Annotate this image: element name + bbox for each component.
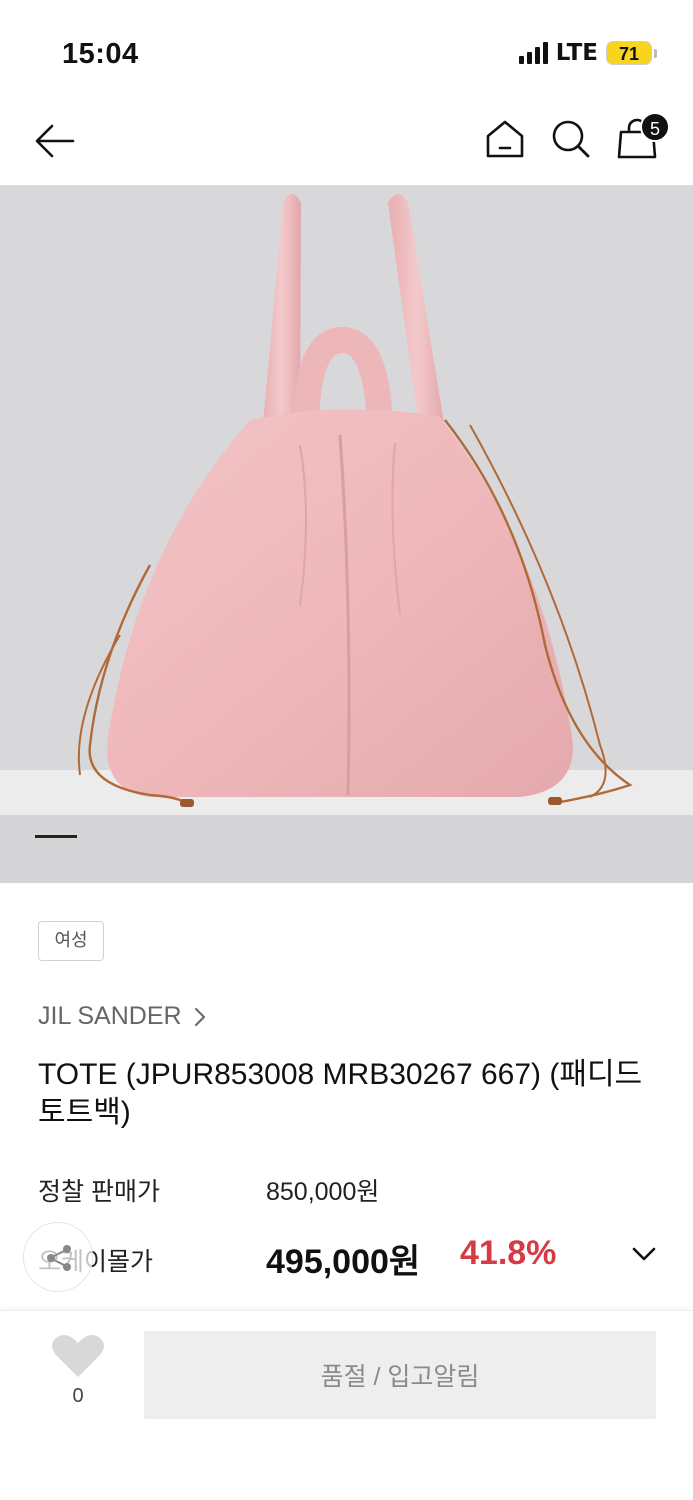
battery-level: 71: [606, 41, 652, 65]
product-title: TOTE (JPUR853008 MRB30267 667) (패디드 토트백): [38, 1058, 643, 1129]
list-price-label: 정찰 판매가: [38, 1178, 160, 1206]
list-price-value: 850,000원: [266, 1178, 380, 1206]
home-button[interactable]: [480, 114, 530, 164]
share-icon: [47, 1245, 71, 1271]
heart-icon: [52, 1334, 104, 1377]
search-icon: [552, 120, 590, 158]
bottom-action-bar: 0 품절 / 입고알림: [0, 1310, 693, 1500]
like-count: 0: [72, 1385, 84, 1407]
brand-link[interactable]: JIL SANDER: [38, 1002, 208, 1031]
brand-name: JIL SANDER: [38, 1002, 182, 1030]
home-icon: [486, 120, 524, 158]
back-button[interactable]: [30, 116, 80, 166]
arrow-left-icon: [35, 124, 75, 158]
cart-button[interactable]: 5: [612, 112, 670, 164]
soldout-restock-alert-button[interactable]: 품절 / 입고알림: [144, 1331, 656, 1419]
nav-bar: 5: [0, 100, 693, 185]
battery-icon: 71: [606, 41, 657, 65]
status-time: 15:04: [62, 38, 139, 70]
share-button[interactable]: [23, 1222, 93, 1292]
price-expand-button[interactable]: [628, 1238, 660, 1270]
sale-price-value: 495,000원: [266, 1243, 421, 1281]
chevron-down-icon: [632, 1247, 656, 1261]
status-indicators: LTE 71: [518, 40, 657, 66]
signal-icon: [518, 42, 548, 64]
gallery-indicator: [35, 835, 77, 838]
product-photo: [0, 185, 693, 883]
cart-count-badge: 5: [640, 112, 670, 142]
search-button[interactable]: [546, 114, 596, 164]
product-image[interactable]: [0, 185, 693, 883]
chevron-right-icon: [194, 1007, 205, 1026]
network-label: LTE: [555, 40, 598, 66]
status-bar: 15:04 LTE 71: [0, 0, 693, 100]
discount-rate: 41.8%: [460, 1234, 557, 1272]
like-button[interactable]: 0: [50, 1333, 106, 1413]
gender-tag: 여성: [38, 921, 104, 961]
